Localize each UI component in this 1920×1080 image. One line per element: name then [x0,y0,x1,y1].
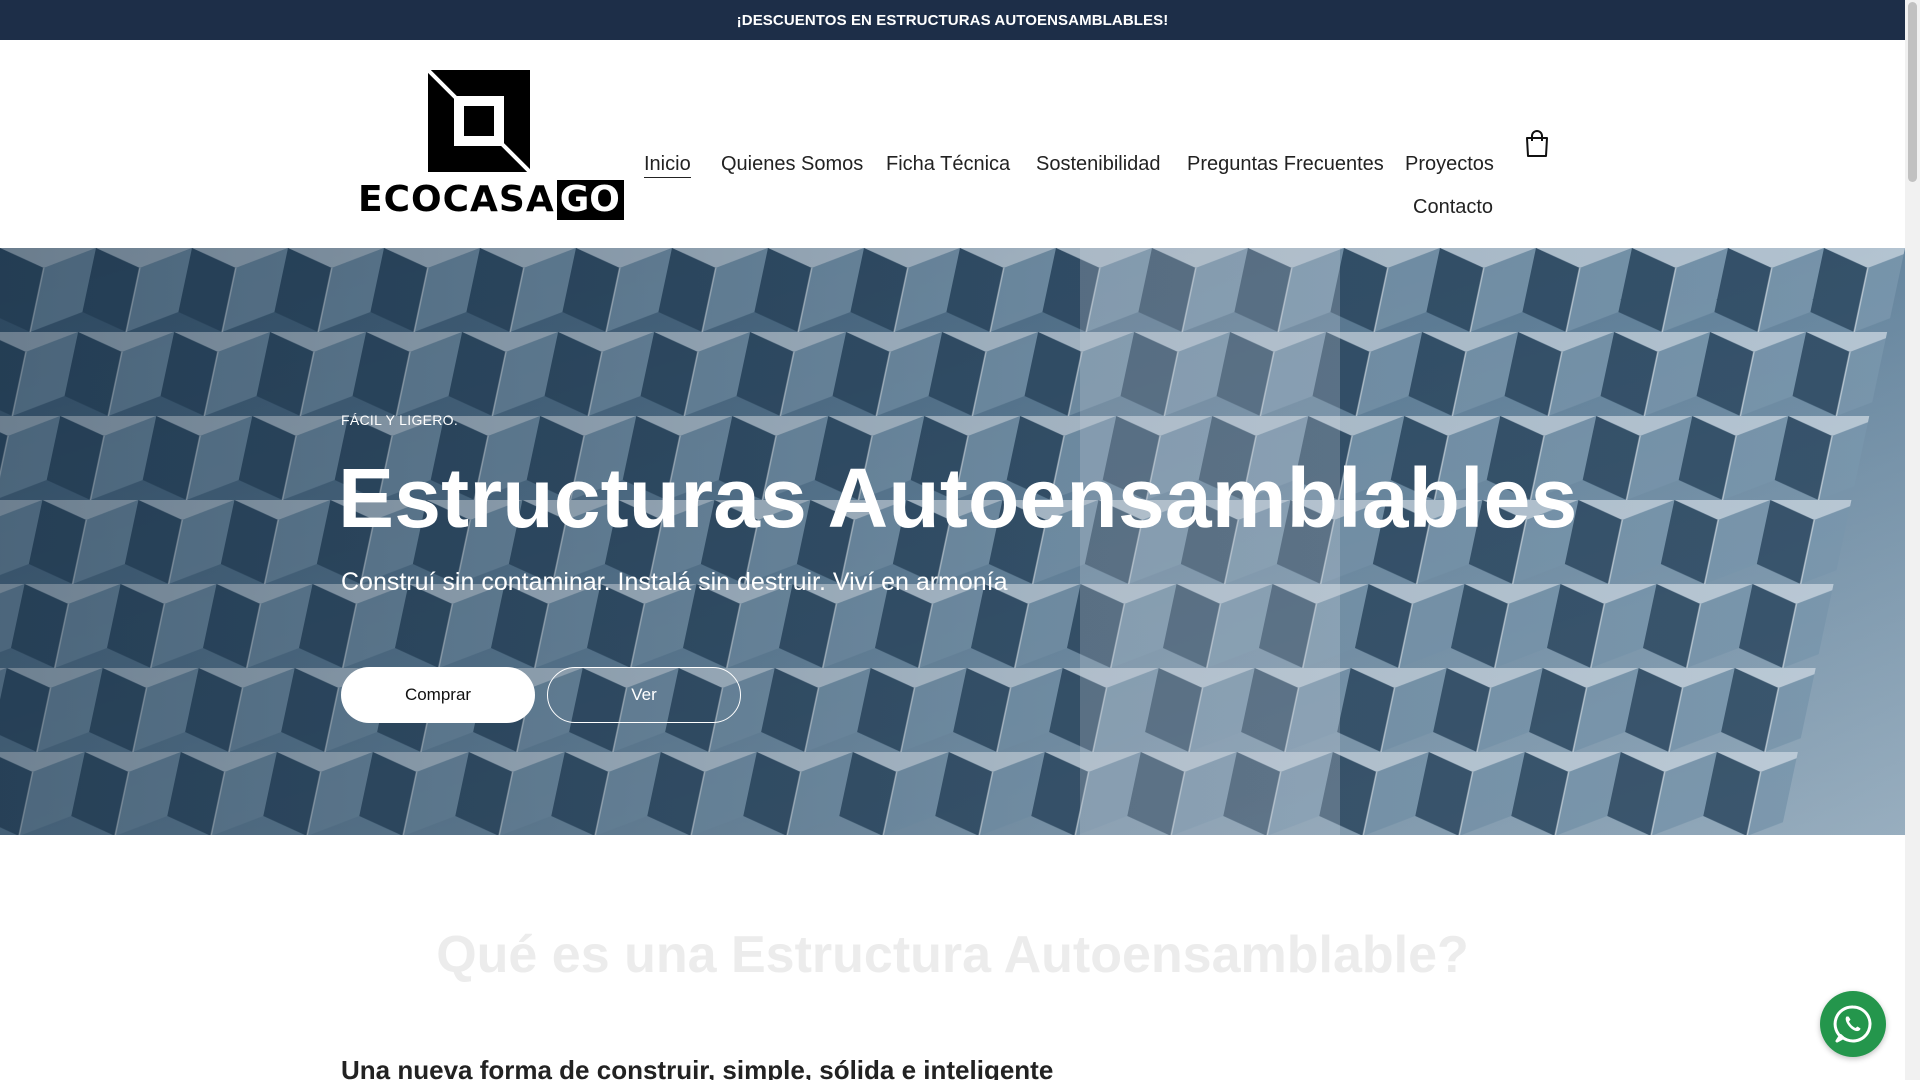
hero-subtitle: Construí sin contaminar. Instalá sin des… [341,568,1008,596]
nav-item-proyectos[interactable]: Proyectos [1405,151,1494,177]
whatsapp-icon [1833,1005,1872,1043]
announcement-text: ¡DESCUENTOS EN ESTRUCTURAS AUTOENSAMBLAB… [736,11,1169,29]
nav-item-contacto[interactable]: Contacto [1413,194,1493,220]
nav-item-inicio[interactable]: Inicio [644,151,691,178]
section-subtitle: Una nueva forma de construir, simple, só… [341,1055,1054,1080]
shopping-bag-icon[interactable] [1524,130,1550,158]
nav-item-quienes-somos[interactable]: Quienes Somos [721,151,863,177]
hero-eyebrow: FÁCIL Y LIGERO. [341,412,459,428]
scrollbar-thumb[interactable] [1908,2,1917,182]
main-nav: Inicio Quienes Somos Ficha Técnica Soste… [0,110,1905,218]
hero-section: FÁCIL Y LIGERO. Estructuras Autoensambla… [0,248,1905,835]
buy-button[interactable]: Comprar [341,667,535,723]
hero-title: Estructuras Autoensamblables [338,451,1578,545]
nav-item-sostenibilidad[interactable]: Sostenibilidad [1036,151,1161,177]
scrollbar[interactable] [1905,0,1920,1080]
nav-item-preguntas-frecuentes[interactable]: Preguntas Frecuentes [1187,151,1384,177]
site-header: ECOCASA GO Inicio Quienes Somos Ficha Té… [0,40,1905,248]
nav-item-ficha-tecnica[interactable]: Ficha Técnica [886,151,1010,177]
announcement-bar: ¡DESCUENTOS EN ESTRUCTURAS AUTOENSAMBLAB… [0,0,1905,40]
section-title: Qué es una Estructura Autoensamblable? [436,926,1469,984]
view-button[interactable]: Ver [547,667,741,723]
whatsapp-button[interactable] [1820,991,1886,1057]
